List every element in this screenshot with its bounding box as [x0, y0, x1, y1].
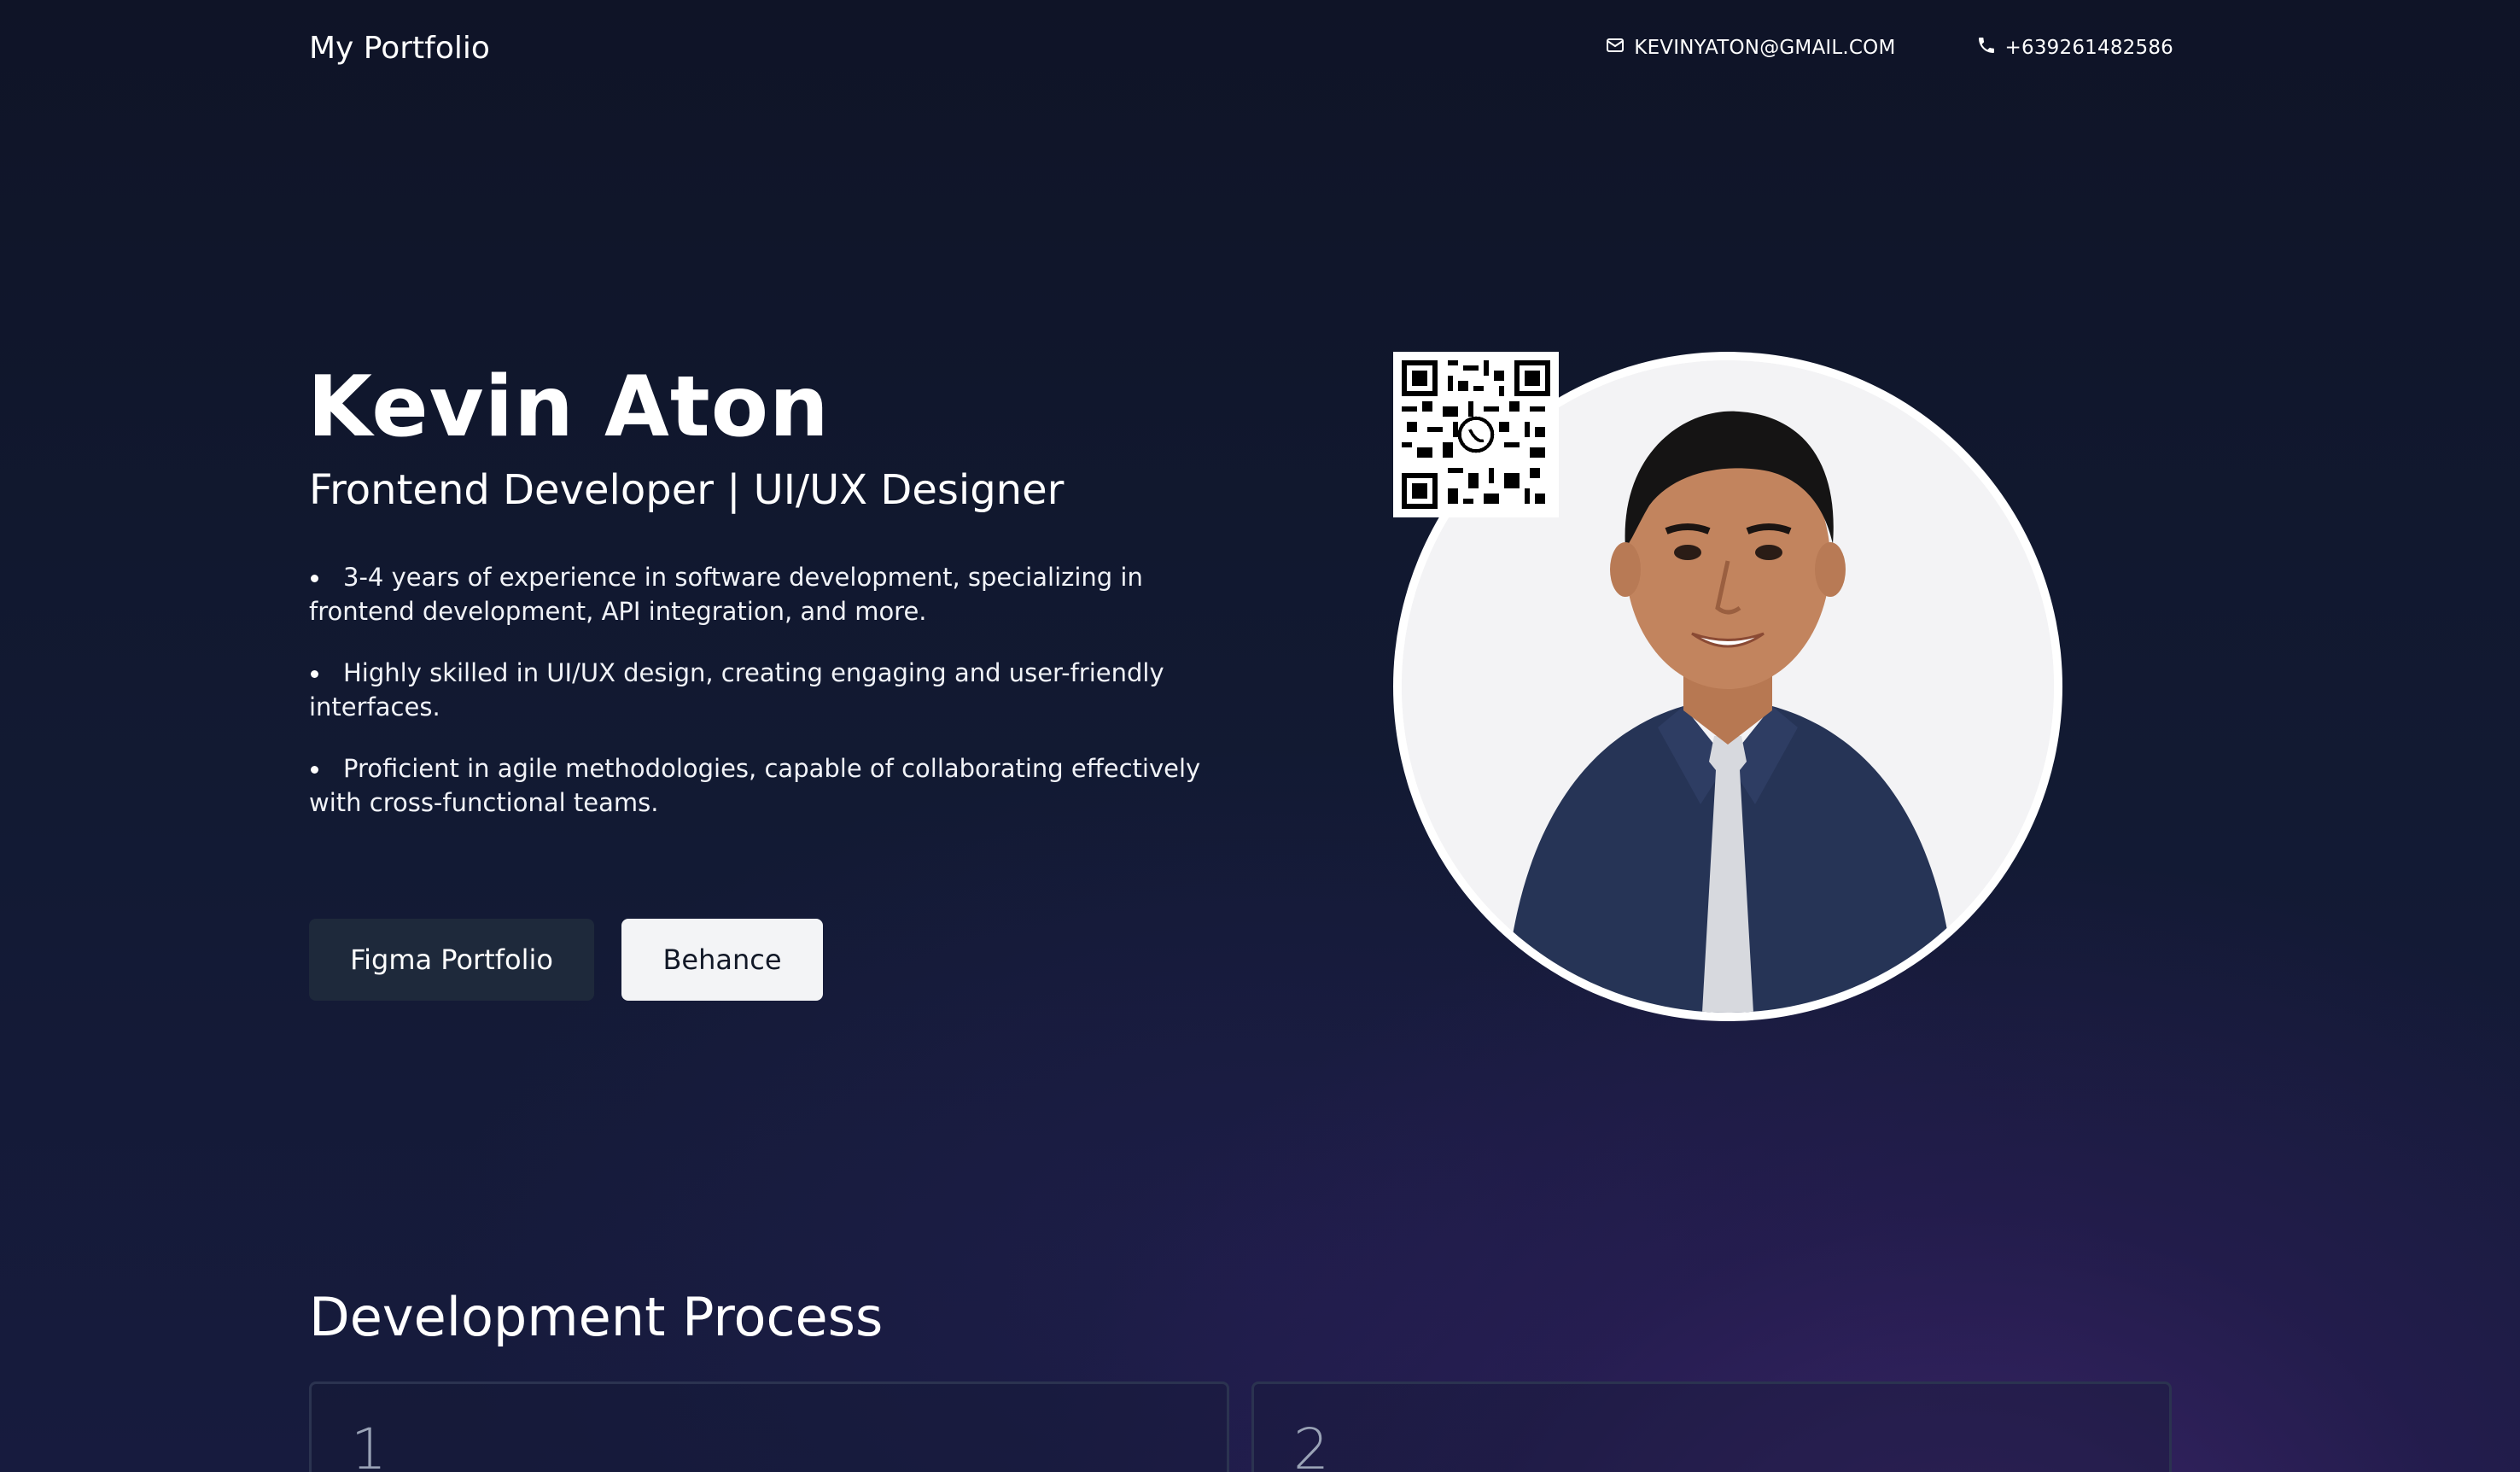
process-step-number: 2: [1293, 1417, 1329, 1472]
behance-button[interactable]: Behance: [621, 919, 823, 1001]
experience-bullet: Proficient in agile methodologies, capab…: [309, 751, 1214, 820]
process-cards: 1 2: [309, 1381, 2172, 1472]
process-card: 2: [1251, 1381, 2172, 1472]
email-text: KEVINYATON@GMAIL.COM: [1634, 37, 1896, 59]
process-card: 1: [309, 1381, 1229, 1472]
top-header: My Portfolio KEVINYATON@GMAIL.COM +63926…: [309, 24, 2173, 72]
experience-bullet: 3-4 years of experience in software deve…: [309, 560, 1214, 628]
contact-links: KEVINYATON@GMAIL.COM +639261482586: [1605, 35, 2173, 61]
phone-icon: [1976, 35, 1997, 61]
development-process-title: Development Process: [309, 1286, 884, 1348]
phone-link[interactable]: +639261482586: [1976, 35, 2173, 61]
brand-logo-link[interactable]: My Portfolio: [309, 31, 490, 66]
hero-role: Frontend Developer | UI/UX Designer: [309, 466, 1065, 514]
figma-portfolio-button[interactable]: Figma Portfolio: [309, 919, 594, 1001]
experience-list: 3-4 years of experience in software deve…: [309, 560, 1214, 847]
hero-name: Kevin Aton: [307, 359, 830, 456]
email-link[interactable]: KEVINYATON@GMAIL.COM: [1605, 35, 1895, 61]
portfolio-page: My Portfolio KEVINYATON@GMAIL.COM +63926…: [0, 0, 2520, 1472]
process-step-number: 1: [351, 1417, 387, 1472]
whatsapp-qr-code[interactable]: [1393, 352, 1559, 517]
experience-bullet: Highly skilled in UI/UX design, creating…: [309, 656, 1214, 724]
mail-icon: [1605, 35, 1625, 61]
phone-text: +639261482586: [2004, 37, 2173, 59]
hero-button-row: Figma Portfolio Behance: [309, 919, 823, 1001]
